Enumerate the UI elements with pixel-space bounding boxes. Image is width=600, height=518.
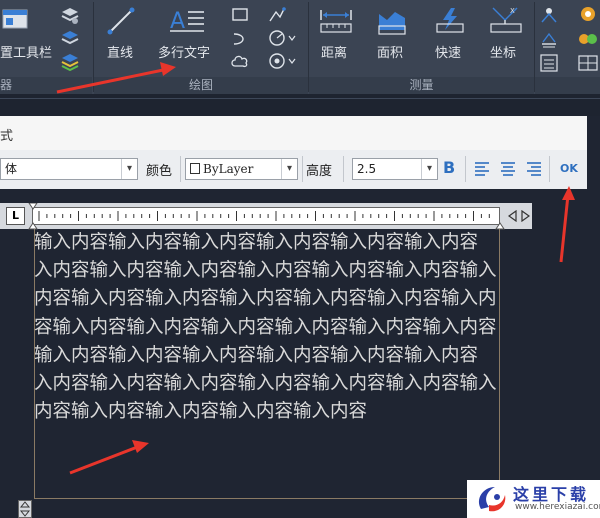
annotation-arrow-editor — [69, 440, 149, 475]
annotation-arrow-ok — [559, 186, 575, 263]
watermark: 这里下载 www.herexiazai.com — [467, 480, 600, 518]
annotation-arrows — [56, 62, 575, 475]
watermark-en: www.herexiazai.com — [515, 502, 600, 512]
watermark-logo — [478, 487, 506, 512]
annotation-arrow-mtext — [56, 62, 176, 94]
